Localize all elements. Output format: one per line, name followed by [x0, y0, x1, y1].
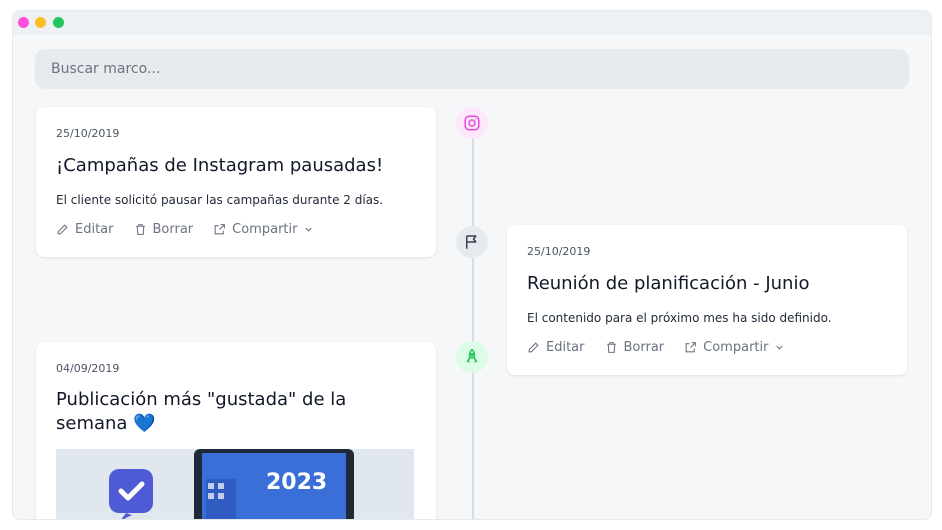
maximize-window-button[interactable]: [53, 17, 64, 28]
edit-button[interactable]: Editar: [527, 340, 585, 355]
timeline-line: [472, 131, 474, 519]
app-window: 25/10/2019 ¡Campañas de Instagram pausad…: [12, 10, 932, 520]
share-label: Compartir: [703, 340, 769, 355]
edit-label: Editar: [75, 222, 114, 237]
rocket-icon: [466, 348, 478, 363]
pencil-icon: [57, 224, 68, 235]
event-description: El contenido para el próximo mes ha sido…: [527, 311, 832, 325]
image-year-text: 2023: [266, 470, 327, 495]
event-title-text: Publicación más "gustada" de la semana: [56, 389, 347, 434]
delete-label: Borrar: [152, 222, 194, 237]
share-icon: [214, 224, 226, 235]
edit-label: Editar: [546, 340, 585, 355]
timeline-card: 25/10/2019 ¡Campañas de Instagram pausad…: [36, 107, 436, 257]
delete-label: Borrar: [623, 340, 665, 355]
event-title: ¡Campañas de Instagram pausadas!: [56, 155, 384, 176]
checkmark-badge-icon: [109, 469, 153, 519]
timeline-node-flag: [456, 226, 488, 258]
event-actions: Editar Borrar Compartir: [527, 340, 785, 355]
chevron-down-icon: [776, 345, 784, 350]
timeline-node-rocket: [456, 341, 488, 373]
event-date: 25/10/2019: [56, 127, 120, 140]
share-label: Compartir: [232, 222, 298, 237]
titlebar: [13, 11, 931, 35]
event-title: Reunión de planificación - Junio: [527, 273, 810, 294]
timeline-node-instagram: [456, 107, 488, 139]
timeline-card: 25/10/2019 Reunión de planificación - Ju…: [507, 225, 907, 375]
trash-icon: [606, 342, 616, 353]
search-input[interactable]: [35, 49, 909, 89]
chevron-down-icon: [305, 227, 313, 232]
post-image-illustration: 2023: [56, 449, 414, 519]
event-image: 2023: [56, 449, 414, 519]
minimize-window-button[interactable]: [35, 17, 46, 28]
delete-button[interactable]: Borrar: [605, 340, 665, 355]
share-icon: [685, 342, 697, 353]
pencil-icon: [528, 342, 539, 353]
close-window-button[interactable]: [18, 17, 29, 28]
tablet-illustration: 2023: [194, 449, 354, 519]
delete-button[interactable]: Borrar: [134, 222, 194, 237]
share-button[interactable]: Compartir: [213, 222, 314, 237]
event-description: El cliente solicitó pausar las campañas …: [56, 193, 384, 207]
edit-button[interactable]: Editar: [56, 222, 114, 237]
event-date: 25/10/2019: [527, 245, 591, 258]
instagram-icon: [464, 115, 480, 131]
flag-icon: [466, 235, 477, 249]
trash-icon: [135, 224, 145, 235]
event-date: 04/09/2019: [56, 362, 120, 375]
share-button[interactable]: Compartir: [684, 340, 785, 355]
timeline-card: 04/09/2019 Publicación más "gustada" de …: [36, 342, 436, 519]
blue-heart-emoji: 💙: [133, 413, 156, 434]
event-actions: Editar Borrar Compartir: [56, 222, 314, 237]
event-title: Publicación más "gustada" de la semana 💙: [56, 388, 396, 436]
